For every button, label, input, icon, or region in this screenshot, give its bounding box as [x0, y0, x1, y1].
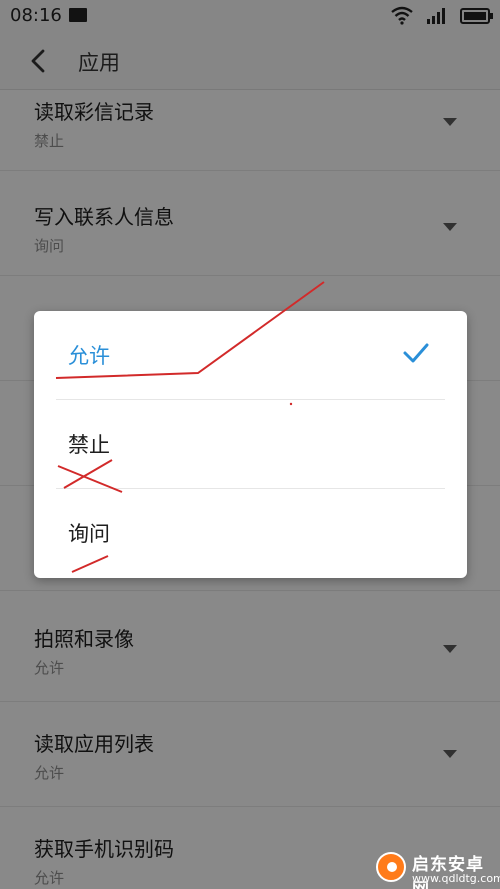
option-deny[interactable]: 禁止 [34, 400, 467, 489]
watermark-url: www.qdldtg.com [412, 872, 500, 885]
option-label: 询问 [68, 522, 110, 546]
watermark: 启东安卓网 www.qdldtg.com [372, 850, 500, 889]
option-label: 允许 [68, 344, 110, 368]
watermark-logo-icon [376, 852, 406, 882]
option-allow[interactable]: 允许 [34, 311, 467, 400]
option-label: 禁止 [68, 433, 110, 457]
option-ask[interactable]: 询问 [34, 489, 467, 578]
permission-choice-dialog: 允许 禁止 询问 [34, 311, 467, 578]
check-icon [403, 343, 429, 363]
